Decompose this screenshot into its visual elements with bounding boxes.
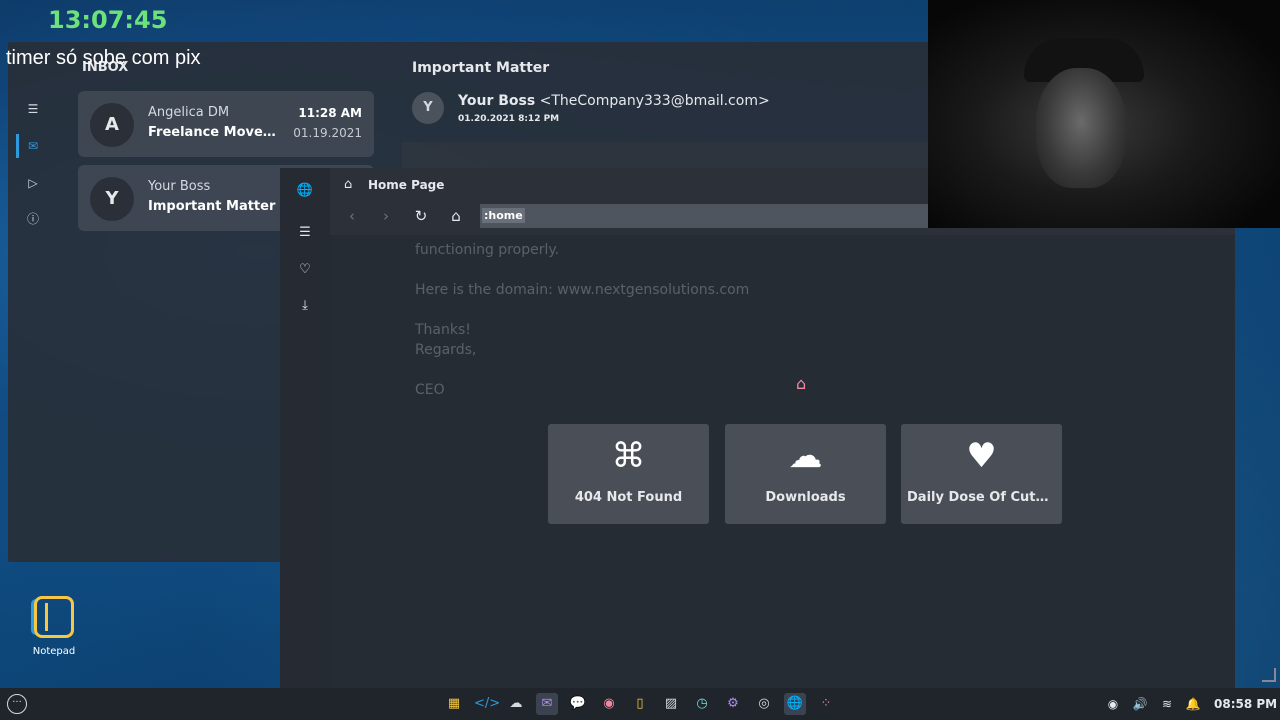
bell-icon[interactable]: 🔔 (1184, 695, 1202, 713)
back-button[interactable]: ‹ (342, 206, 362, 226)
widget-library-icon[interactable]: ⁘ (815, 693, 837, 715)
messenger-icon[interactable]: 💬 (567, 693, 589, 715)
home-logo-icon: ⌂ (796, 374, 807, 393)
browser-sidebar: 🌐 ☰ ♡ ⤓ (280, 168, 330, 688)
desktop-icon-label: Notepad (32, 646, 76, 657)
stream-caption: timer só sobe com pix (6, 47, 201, 69)
globe-icon: 🌐 (296, 183, 314, 198)
music-player-icon[interactable]: ◉ (598, 693, 620, 715)
sender-name: Your Boss (458, 93, 536, 109)
settings-icon[interactable]: ⚙ (722, 693, 744, 715)
tile-label: Daily Dose Of Cuten... (907, 490, 1056, 505)
downloads-icon[interactable]: ☁ (505, 693, 527, 715)
speed-dial-tile[interactable]: ⌘ 404 Not Found (548, 424, 709, 524)
forward-button[interactable]: › (376, 206, 396, 226)
video-player-icon[interactable]: ◎ (753, 693, 775, 715)
home-button[interactable]: ⌂ (446, 206, 466, 226)
sent-icon[interactable]: ▷ (24, 174, 42, 192)
avatar: Y (90, 177, 134, 221)
gallery-icon[interactable]: ▨ (660, 693, 682, 715)
address-text: :home (482, 208, 525, 223)
home-icon: ⌂ (344, 177, 353, 192)
tile-label: Downloads (765, 490, 846, 505)
mail-icon[interactable]: ✉ (536, 693, 558, 715)
message-line: functioning properly. (415, 242, 560, 258)
speed-dial-tile[interactable]: ♥ Daily Dose Of Cuten... (901, 424, 1062, 524)
menu-icon[interactable]: ☰ (24, 100, 42, 118)
command-icon: ⌘ (611, 436, 646, 476)
start-button[interactable]: ··· (7, 694, 27, 714)
message-line: Thanks! (415, 322, 471, 338)
inbox-icon[interactable]: ✉ (24, 137, 42, 155)
download-icon[interactable]: ⤓ (295, 296, 315, 316)
message-sender: Your Boss <TheCompany333@bmail.com> (458, 93, 770, 109)
taskbar-clock[interactable]: 08:58 PM (1214, 697, 1277, 711)
message-line: Here is the domain: www.nextgensolutions… (415, 282, 750, 298)
mail-list-item[interactable]: A Angelica DM Freelance Moveme... 11:28 … (78, 91, 374, 157)
mail-subject: Important Matter (148, 199, 276, 214)
reload-button[interactable]: ↻ (411, 206, 431, 226)
message-date: 01.20.2021 8:12 PM (458, 114, 560, 124)
mail-time: 11:28 AM (298, 106, 362, 120)
message-title: Important Matter (412, 60, 550, 76)
avatar: A (90, 103, 134, 147)
tab-title[interactable]: Home Page (368, 178, 444, 192)
wifi-icon[interactable]: ≋ (1158, 695, 1176, 713)
important-icon[interactable]: ⓘ (24, 210, 42, 228)
clock-icon[interactable]: ◷ (691, 693, 713, 715)
notepad-icon[interactable]: ▯ (629, 693, 651, 715)
message-line: Regards, (415, 342, 477, 358)
sender-avatar: Y (412, 92, 444, 124)
calculator-icon[interactable]: ▦ (443, 693, 465, 715)
heart-icon[interactable]: ♡ (295, 260, 315, 280)
message-line: CEO (415, 382, 445, 398)
mail-nav-rail: ☰ ✉ ▷ ⓘ (8, 82, 58, 562)
taskbar: ··· ▦ </> ☁ ✉ 💬 ◉ ▯ ▨ ◷ ⚙ ◎ 🌐 ⁘ ◉ 🔊 ≋ 🔔 … (0, 688, 1280, 720)
webcam-overlay (928, 0, 1280, 228)
mail-sender: Angelica DM (148, 105, 230, 120)
speed-dial-tile[interactable]: ☁ Downloads (725, 424, 886, 524)
menu-icon[interactable]: ☰ (295, 223, 315, 243)
mail-sender: Your Boss (148, 179, 211, 194)
notepad-icon (34, 596, 74, 638)
heart-icon: ♥ (966, 436, 997, 476)
rail-active-indicator (16, 134, 19, 158)
sender-email[interactable]: <TheCompany333@bmail.com> (540, 93, 770, 109)
web-browser-icon[interactable]: 🌐 (784, 693, 806, 715)
volume-icon[interactable]: 🔊 (1131, 695, 1149, 713)
stream-timer: 13:07:45 (48, 6, 168, 34)
mail-subject: Freelance Moveme... (148, 125, 288, 140)
desktop-icon-notepad[interactable]: Notepad (12, 596, 96, 657)
cloud-download-icon: ☁ (788, 436, 823, 476)
tile-label: 404 Not Found (574, 490, 683, 505)
mail-date: 01.19.2021 (293, 126, 362, 140)
record-icon[interactable]: ◉ (1104, 695, 1122, 713)
code-editor-icon[interactable]: </> (474, 693, 500, 715)
webcam-person-face (1036, 68, 1126, 188)
resize-handle[interactable] (1262, 668, 1276, 682)
